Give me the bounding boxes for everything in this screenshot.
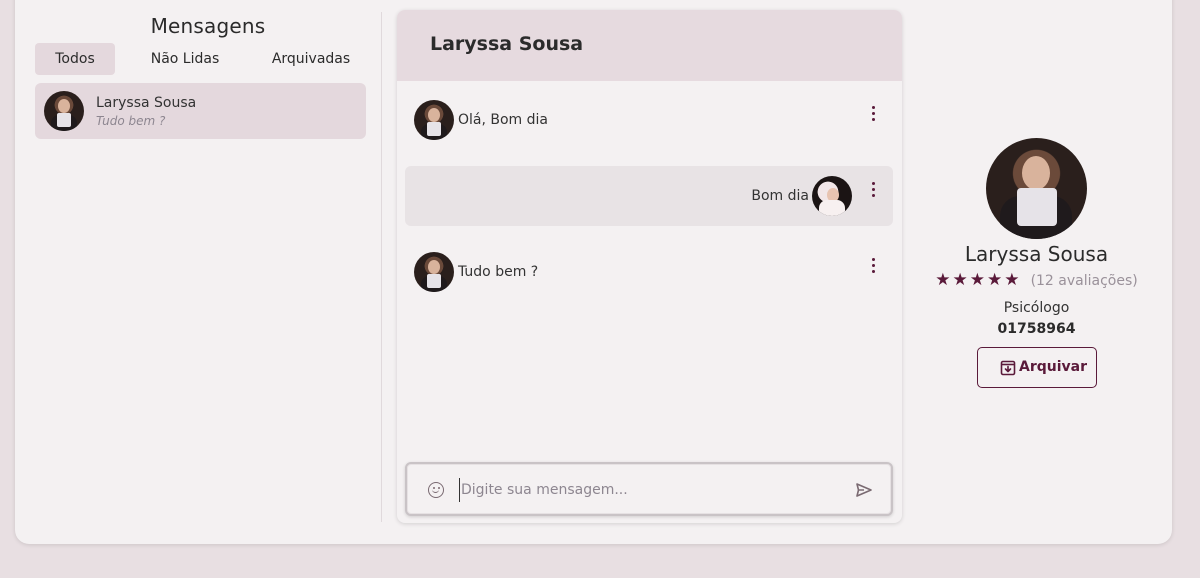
tab-arquivadas[interactable]: Arquivadas <box>261 43 361 75</box>
review-count: (12 avaliações) <box>1030 273 1138 289</box>
emoji-icon[interactable] <box>428 482 444 498</box>
message-text: Tudo bem ? <box>458 264 539 280</box>
inbox-tabs: Todos Não Lidas Arquivadas <box>35 43 366 75</box>
message-input[interactable] <box>459 478 839 502</box>
archive-button-label: Arquivar <box>1019 359 1088 375</box>
chat-header: Laryssa Sousa <box>397 10 902 81</box>
archive-button[interactable]: Arquivar <box>977 347 1097 388</box>
avatar <box>44 91 84 131</box>
more-options-icon[interactable] <box>871 106 877 122</box>
avatar <box>812 176 852 216</box>
profile-role: Psicólogo <box>1003 300 1070 316</box>
archive-icon <box>1000 360 1016 376</box>
send-icon[interactable] <box>855 482 873 498</box>
avatar <box>414 252 454 292</box>
inbox-title: Mensagens <box>150 14 266 38</box>
profile-registration: 01758964 <box>997 321 1076 337</box>
tab-todos[interactable]: Todos <box>35 43 115 75</box>
chat-panel: Laryssa Sousa Olá, Bom dia Bom dia Tudo … <box>397 10 902 523</box>
tab-nao-lidas[interactable]: Não Lidas <box>135 43 235 75</box>
message-row-own: Bom dia <box>405 166 893 226</box>
profile-rating: ★★★★★ (12 avaliações) <box>915 270 1158 290</box>
message-row: Olá, Bom dia <box>405 90 893 150</box>
star-rating: ★★★★★ <box>935 270 1022 290</box>
conversation-name: Laryssa Sousa <box>96 95 197 111</box>
message-composer <box>405 462 893 516</box>
message-text: Olá, Bom dia <box>458 112 549 128</box>
profile-name: Laryssa Sousa <box>964 242 1109 266</box>
message-row: Tudo bem ? <box>405 242 893 302</box>
more-options-icon[interactable] <box>871 182 877 198</box>
more-options-icon[interactable] <box>871 258 877 274</box>
profile-avatar <box>986 138 1087 239</box>
chat-title: Laryssa Sousa <box>430 33 584 55</box>
conversation-item[interactable]: Laryssa Sousa Tudo bem ? <box>35 83 366 139</box>
avatar <box>414 100 454 140</box>
panel-divider <box>381 12 382 522</box>
message-text: Bom dia <box>751 188 809 204</box>
conversation-preview: Tudo bem ? <box>96 114 166 128</box>
